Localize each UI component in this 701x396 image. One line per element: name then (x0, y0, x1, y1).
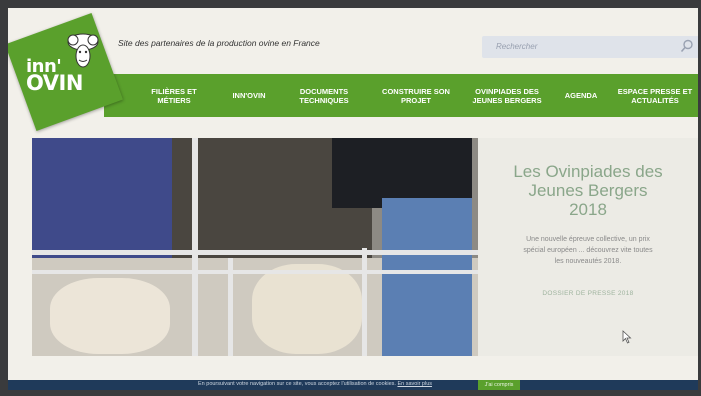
fence-rail-top (32, 250, 478, 255)
fence-post-2 (228, 258, 233, 356)
site-header: Rechercher FILIÈRES ET MÉTIERS INN'OVIN … (8, 8, 698, 131)
hero-text-line-2: spécial européen ... découvrez vite tout… (523, 247, 653, 254)
main-nav: FILIÈRES ET MÉTIERS INN'OVIN DOCUMENTS T… (104, 74, 698, 117)
nav-item-filieres[interactable]: FILIÈRES ET MÉTIERS (134, 74, 214, 117)
browser-viewport: Rechercher FILIÈRES ET MÉTIERS INN'OVIN … (8, 8, 698, 390)
hero-title-line-2: Jeunes Bergers (528, 181, 648, 200)
cookie-learn-more-link[interactable]: En savoir plus (397, 381, 432, 387)
nav-item-espace-presse[interactable]: ESPACE PRESSE ET ACTUALITÉS (614, 74, 696, 117)
hero-title[interactable]: Les Ovinpiades des Jeunes Bergers 2018 (478, 162, 698, 219)
search-box[interactable]: Rechercher (482, 36, 698, 58)
search-placeholder[interactable]: Rechercher (496, 42, 537, 51)
fence-rail-mid (32, 270, 478, 274)
cookie-banner: En poursuivant votre navigation sur ce s… (8, 380, 698, 390)
nav-item-construire[interactable]: CONSTRUIRE SON PROJET (376, 74, 456, 117)
sheep-center (252, 264, 362, 354)
logo-text[interactable]: inn' OVIN (26, 58, 96, 95)
shepherd-jeans (382, 198, 472, 356)
search-icon[interactable] (680, 39, 694, 53)
site-tagline: Site des partenaires de la production ov… (118, 38, 320, 48)
hero-image[interactable] (32, 138, 478, 356)
nav-item-innovin[interactable]: INN'OVIN (214, 74, 284, 117)
hero-description: Une nouvelle épreuve collective, un prix… (508, 234, 668, 267)
nav-item-ovinpiades[interactable]: OVINPIADES DES JEUNES BERGERS (466, 74, 548, 117)
sheep-left (50, 278, 170, 354)
cookie-text: En poursuivant votre navigation sur ce s… (198, 381, 396, 387)
hero-title-line-3: 2018 (569, 200, 607, 219)
nav-item-documents[interactable]: DOCUMENTS TECHNIQUES (284, 74, 364, 117)
press-kit-link[interactable]: DOSSIER DE PRESSE 2018 (478, 290, 698, 297)
cookie-accept-button[interactable]: J'ai compris (478, 380, 520, 390)
cookie-message: En poursuivant votre navigation sur ce s… (198, 381, 432, 387)
hero-side-panel: Les Ovinpiades des Jeunes Bergers 2018 U… (478, 138, 698, 356)
hero-text-line-1: Une nouvelle épreuve collective, un prix (526, 236, 650, 243)
fence-post-3 (362, 248, 367, 356)
mouse-cursor-icon (622, 330, 632, 344)
nav-item-agenda[interactable]: AGENDA (556, 74, 606, 117)
logo-line-2: OVIN (26, 71, 83, 95)
hero-title-line-1: Les Ovinpiades des (513, 162, 663, 181)
fence-post-1 (192, 138, 198, 356)
hero-text-line-3: les nouveautés 2018. (554, 258, 622, 265)
hero-background-banner (32, 138, 192, 278)
